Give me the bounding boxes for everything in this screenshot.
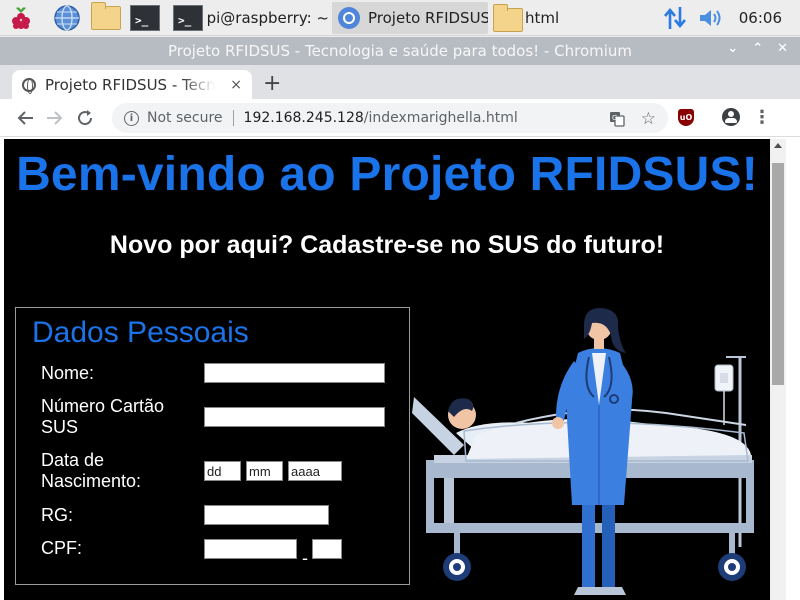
folder-icon: [493, 4, 523, 32]
taskbar-browser-label: Projeto RFIDSUS: [368, 9, 488, 27]
new-tab-button[interactable]: +: [263, 73, 281, 95]
rg-label: RG:: [41, 505, 74, 525]
personal-data-form: Dados Pessoais Nome: Número Cartão SUS D…: [15, 307, 410, 585]
cpf-separator: -: [302, 548, 308, 568]
site-info-icon[interactable]: i: [124, 110, 139, 126]
forward-arrow-icon[interactable]: [40, 103, 70, 133]
taskbar-files-window[interactable]: html: [491, 2, 641, 34]
tab-strip: Projeto RFIDSUS - Tecnologia e saúde par…: [0, 65, 800, 99]
ublock-extension-icon[interactable]: uO: [678, 109, 694, 126]
name-label: Nome:: [41, 363, 95, 383]
tab-projeto-rfidsus[interactable]: Projeto RFIDSUS - Tecnologia e saúde par…: [12, 70, 252, 99]
web-browser-launcher-icon[interactable]: [52, 3, 82, 33]
bookmark-star-icon[interactable]: ☆: [641, 109, 656, 129]
terminal-icon: >_: [173, 5, 203, 31]
window-menu-chevron-icon[interactable]: ⌄: [727, 41, 738, 56]
rg-input[interactable]: [204, 505, 329, 525]
window-right-edge: [786, 139, 800, 600]
window-title: Projeto RFIDSUS - Tecnologia e saúde par…: [167, 42, 633, 60]
taskbar-files-label: html: [525, 9, 560, 27]
network-transfer-icon[interactable]: [660, 3, 690, 33]
tab-title: Projeto RFIDSUS - Tecnologia e saúde par…: [45, 75, 215, 94]
taskbar: >_ >_ pi@raspberry: ~ Projeto RFIDSUS ht…: [0, 0, 800, 36]
name-input[interactable]: [204, 363, 385, 383]
birth-date-label-line1: Data de: [41, 450, 105, 470]
taskbar-terminal-window[interactable]: >_ pi@raspberry: ~: [173, 2, 329, 34]
volume-icon[interactable]: [697, 3, 725, 33]
cpf-label: CPF:: [41, 538, 83, 558]
scroll-up-arrow-icon[interactable]: [774, 143, 782, 148]
nurse-patient-illustration: [412, 307, 754, 595]
back-arrow-icon[interactable]: [10, 103, 40, 133]
page-scrollbar[interactable]: [770, 139, 786, 600]
sus-card-label: Número Cartão SUS: [41, 396, 164, 438]
window-titlebar[interactable]: Projeto RFIDSUS - Tecnologia e saúde par…: [0, 37, 800, 65]
translate-icon[interactable]: G: [609, 111, 625, 127]
svg-text:G: G: [612, 114, 617, 122]
birth-month-input[interactable]: [246, 461, 283, 481]
omnibox-separator: [232, 110, 234, 126]
file-manager-launcher-icon[interactable]: [90, 2, 122, 33]
birth-date-label-line2: Nascimento:: [41, 471, 142, 491]
maximize-chevron-icon[interactable]: ⌃: [752, 41, 763, 56]
window-close-icon[interactable]: ✕: [777, 41, 788, 56]
page-subheading: Novo por aqui? Cadastre-se no SUS do fut…: [109, 231, 665, 259]
address-bar[interactable]: i Not secure 192.168.245.128/indexmarigh…: [112, 103, 668, 133]
cpf-main-input[interactable]: [204, 539, 297, 559]
sus-card-input[interactable]: [204, 407, 385, 427]
terminal-launcher-icon[interactable]: >_: [129, 3, 161, 33]
url-path: /indexmarighella.html: [363, 110, 518, 126]
form-legend: Dados Pessoais: [32, 316, 249, 349]
tab-close-icon[interactable]: ×: [230, 77, 242, 93]
birth-year-input[interactable]: [288, 461, 342, 481]
page-heading: Bem-vindo ao Projeto RFIDSUS!: [16, 148, 758, 201]
profile-avatar-icon[interactable]: [722, 108, 740, 126]
cpf-digit-input[interactable]: [312, 539, 342, 559]
taskbar-clock: 06:06: [738, 9, 782, 27]
sus-card-label-line1: Número Cartão: [41, 396, 165, 416]
url-host: 192.168.245.128: [243, 110, 364, 126]
browser-toolbar: i Not secure 192.168.245.128/indexmarigh…: [0, 99, 800, 137]
birth-date-label: Data de Nascimento:: [41, 450, 141, 492]
page-viewport: Bem-vindo ao Projeto RFIDSUS! Novo por a…: [4, 139, 770, 600]
browser-menu-icon[interactable]: ⋮: [753, 107, 771, 128]
sus-card-label-line2: SUS: [41, 417, 79, 437]
taskbar-terminal-label: pi@raspberry: ~: [206, 9, 329, 27]
taskbar-browser-window[interactable]: Projeto RFIDSUS: [332, 2, 488, 34]
reload-icon[interactable]: [70, 103, 100, 133]
scrollbar-thumb[interactable]: [772, 163, 784, 385]
chromium-icon: [338, 7, 360, 29]
security-label: Not secure: [147, 110, 223, 126]
birth-day-input[interactable]: [204, 461, 241, 481]
globe-icon: [22, 77, 36, 94]
raspberry-menu-icon[interactable]: [6, 3, 36, 33]
